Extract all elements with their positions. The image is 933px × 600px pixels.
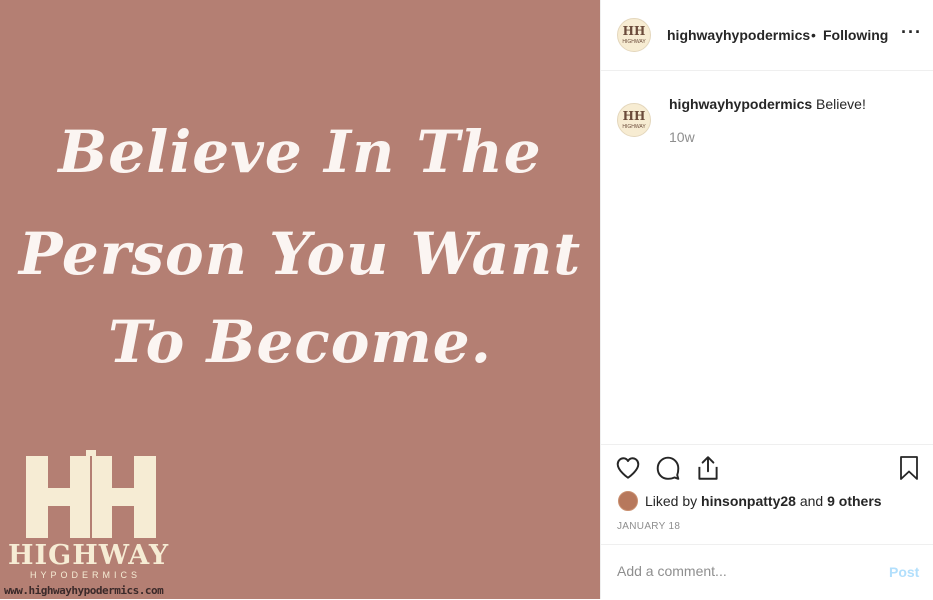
liker-username[interactable]: hinsonpatty28 xyxy=(701,493,796,509)
post-sidebar: HH HIGHWAY highwayhypodermics • Followin… xyxy=(600,0,933,599)
comment-input[interactable] xyxy=(617,563,867,579)
comment-bar: Post xyxy=(601,544,933,600)
likes-and: and xyxy=(799,493,824,509)
more-options-icon[interactable]: ··· xyxy=(901,22,922,43)
caption-avatar[interactable]: HH HIGHWAY xyxy=(617,103,651,137)
post-header: HH HIGHWAY highwayhypodermics • Followin… xyxy=(601,0,933,71)
share-icon[interactable] xyxy=(695,454,721,482)
brand-logo: HIGHWAY HYPODERMICS www.highwayhypodermi… xyxy=(0,448,182,599)
caption-timestamp[interactable]: 10w xyxy=(669,129,695,145)
caption-text: Believe! xyxy=(816,96,866,112)
caption: highwayhypodermics Believe! xyxy=(669,96,866,112)
likes-others[interactable]: 9 others xyxy=(827,493,881,509)
logo-subtitle: HYPODERMICS xyxy=(30,570,142,580)
logo-hh-mark xyxy=(26,450,156,538)
following-button[interactable]: Following xyxy=(823,27,888,43)
post-image[interactable]: Believe In The Person You Want To Become… xyxy=(0,0,600,599)
avatar-initials: HH xyxy=(622,109,646,123)
heart-icon[interactable] xyxy=(615,455,641,481)
avatar-small-text: HIGHWAY xyxy=(622,124,646,130)
avatar-initials: HH xyxy=(622,24,646,38)
quote-line: Person You Want xyxy=(18,220,582,288)
logo-name: HIGHWAY xyxy=(8,540,170,571)
liker-avatar[interactable] xyxy=(618,491,638,511)
quote-line: To Become. xyxy=(108,308,492,376)
comment-icon[interactable] xyxy=(655,455,681,481)
bookmark-icon[interactable] xyxy=(897,455,921,481)
avatar[interactable]: HH HIGHWAY xyxy=(617,18,651,52)
header-username[interactable]: highwayhypodermics xyxy=(667,27,810,43)
post-comment-button[interactable]: Post xyxy=(889,564,919,580)
likes-summary: Liked by hinsonpatty28 and 9 others xyxy=(645,493,882,509)
separator-dot: • xyxy=(811,27,816,43)
likes-prefix: Liked by xyxy=(645,493,698,509)
avatar-small-text: HIGHWAY xyxy=(622,39,646,45)
post-date[interactable]: JANUARY 18 xyxy=(617,521,680,532)
quote-line: Believe In The xyxy=(58,118,542,186)
action-bar-divider xyxy=(601,444,933,445)
caption-username[interactable]: highwayhypodermics xyxy=(669,96,812,112)
logo-url: www.highwayhypodermics.com xyxy=(4,584,164,597)
